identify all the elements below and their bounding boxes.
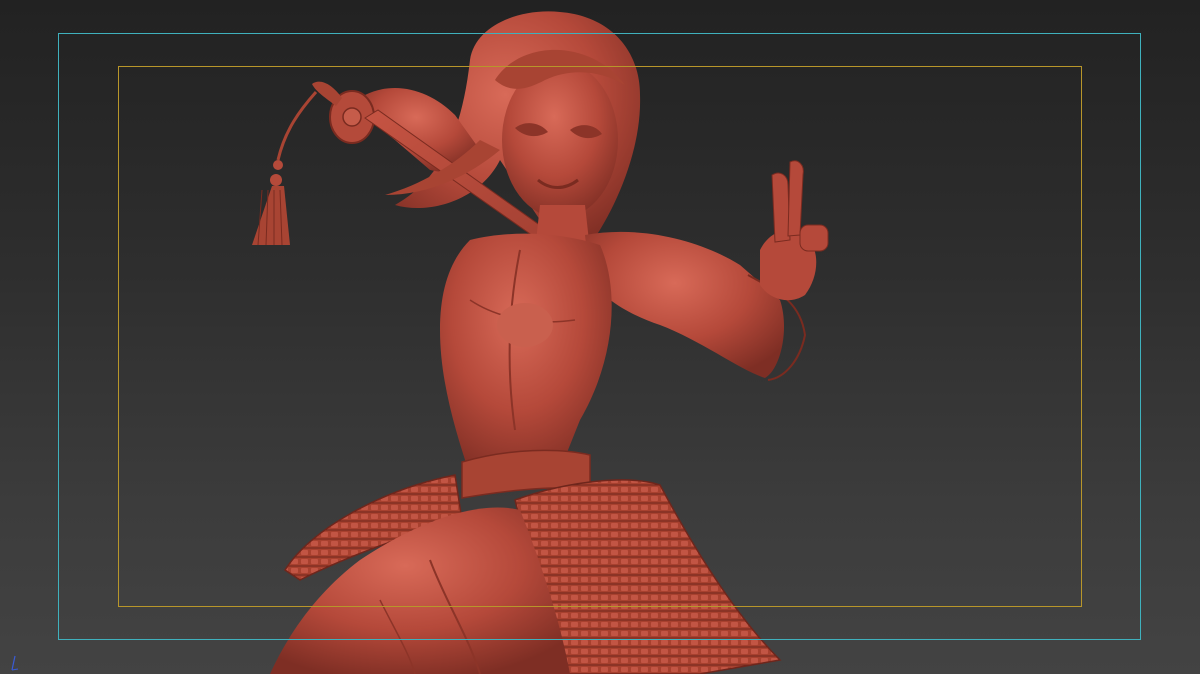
tassel-cord (276, 91, 318, 161)
finger-middle (787, 160, 804, 237)
axis-gizmo-icon (11, 655, 19, 671)
tassel (252, 186, 290, 245)
torso (440, 233, 612, 475)
lower-robe (270, 507, 570, 674)
outstretched-arm (585, 231, 785, 378)
3d-viewport[interactable] (0, 0, 1200, 674)
sword-handle (312, 81, 342, 106)
fist-knuckles (799, 224, 829, 252)
finger-index (771, 172, 791, 243)
sculpted-figure[interactable] (0, 0, 1200, 674)
